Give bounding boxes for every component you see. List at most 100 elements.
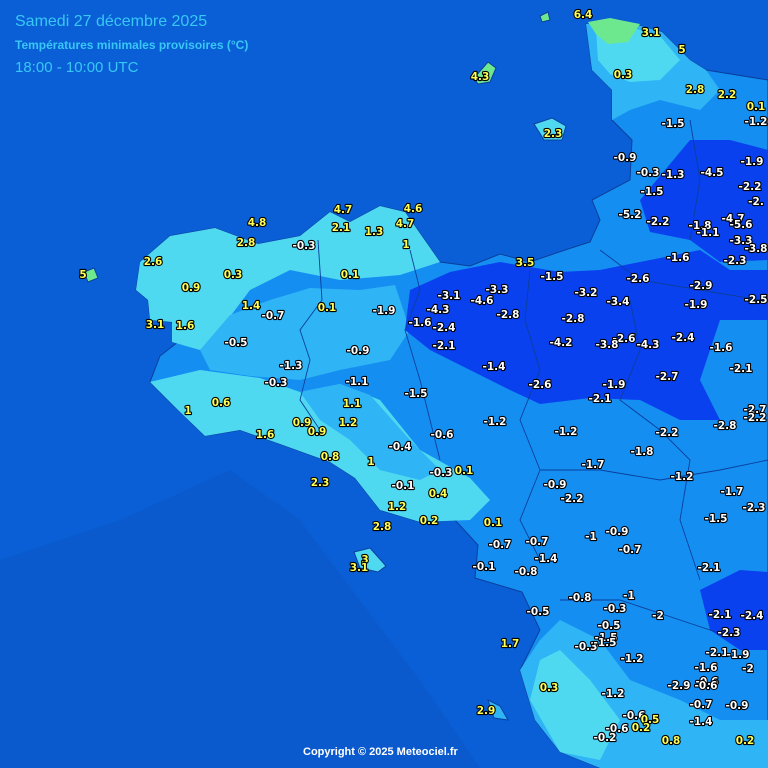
temperature-label: 2.8 [373, 521, 392, 533]
temperature-label: -1.6 [710, 342, 733, 354]
temperature-label: -0.3 [265, 377, 288, 389]
temperature-label: 1.4 [242, 300, 261, 312]
map-subtitle: Températures minimales provisoires (°C) [15, 38, 249, 52]
temperature-label: -0.9 [614, 152, 637, 164]
temperature-label: -2. [748, 196, 764, 208]
temperature-label: 4.6 [404, 203, 423, 215]
temperature-label: 2.9 [477, 705, 496, 717]
temperature-label: -2.3 [724, 255, 747, 267]
temperature-label: -4.3 [427, 304, 450, 316]
temperature-label: -2.2 [647, 216, 670, 228]
temperature-label: -0.9 [347, 345, 370, 357]
temperature-label: 2.8 [686, 84, 705, 96]
temperature-label: -1.8 [631, 446, 654, 458]
temperature-label: -2.8 [497, 309, 520, 321]
temperature-label: -0.6 [695, 680, 718, 692]
temperature-label: 0.3 [540, 682, 559, 694]
temperature-label: -2.1 [589, 393, 612, 405]
temperature-label: -1 [585, 531, 597, 543]
temperature-label: -1.1 [346, 376, 369, 388]
temperature-label: 0.1 [455, 465, 474, 477]
temperature-label: 4.8 [248, 217, 267, 229]
temperature-label: -1.7 [582, 459, 605, 471]
temperature-label: -2.1 [709, 609, 732, 621]
temperature-label: 0.1 [484, 517, 503, 529]
temperature-label: -0.9 [726, 700, 749, 712]
temperature-label: -0.6 [431, 429, 454, 441]
temperature-label: -0.5 [225, 337, 248, 349]
temperature-label: -2.4 [433, 322, 456, 334]
temperature-label: -1.3 [280, 360, 303, 372]
temperature-label: 1.6 [256, 429, 275, 441]
temperature-label: -0.4 [389, 441, 412, 453]
temperature-label: 2.1 [332, 222, 351, 234]
temperature-label: 0.1 [341, 269, 360, 281]
temperature-label: -1.7 [721, 486, 744, 498]
temperature-label: -0.5 [598, 620, 621, 632]
temperature-label: -2.5 [745, 294, 768, 306]
temperature-label: 0.9 [308, 426, 327, 438]
temperature-label: -5.6 [730, 219, 753, 231]
temperature-label: -2.8 [562, 313, 585, 325]
temperature-label: -4.3 [637, 339, 660, 351]
temperature-label: 1 [184, 405, 191, 417]
temperature-label: 2.3 [311, 477, 330, 489]
temperature-label: -4.6 [471, 295, 494, 307]
temperature-label: 3.1 [350, 562, 369, 574]
temperature-label: -1.5 [662, 118, 685, 130]
temperature-label: -0.3 [637, 167, 660, 179]
temperature-label: 5 [678, 44, 685, 56]
temperature-label: 0.3 [224, 269, 243, 281]
temperature-label: -1 [623, 590, 635, 602]
temperature-label: 3.5 [516, 257, 535, 269]
temperature-label: 2.2 [718, 89, 737, 101]
temperature-label: 2.6 [144, 256, 163, 268]
temperature-label: 0.3 [614, 69, 633, 81]
temperature-label: -2.1 [698, 562, 721, 574]
temperature-label: -2.9 [668, 680, 691, 692]
temperature-label: 3.1 [146, 319, 165, 331]
temperature-label: -2.6 [529, 379, 552, 391]
temperature-label: -0.7 [489, 539, 512, 551]
temperature-label: 1.7 [501, 638, 520, 650]
temperature-label: -2.1 [730, 363, 753, 375]
temperature-label: -1.5 [641, 186, 664, 198]
temperature-label: 6.4 [574, 9, 593, 21]
temperature-label: 5 [79, 269, 86, 281]
temperature-label: 2.3 [544, 128, 563, 140]
temperature-label: 0.2 [736, 735, 755, 747]
temperature-label: -0.7 [262, 310, 285, 322]
temperature-label: -1.9 [727, 649, 750, 661]
temperature-label: 1 [367, 456, 374, 468]
temperature-label: -2.2 [561, 493, 584, 505]
temperature-label: -1.9 [685, 299, 708, 311]
temperature-label: 1.6 [176, 320, 195, 332]
temperature-label: -1.2 [745, 116, 768, 128]
temperature-label: -1.2 [484, 416, 507, 428]
temperature-label: 4.7 [334, 204, 353, 216]
temperature-label: -1.3 [662, 169, 685, 181]
temperature-label: -2.2 [656, 427, 679, 439]
temperature-label: -1.2 [621, 653, 644, 665]
temperature-label: -2.4 [741, 610, 764, 622]
temperature-label: -2.3 [743, 502, 766, 514]
temperature-label: -1.9 [603, 379, 626, 391]
temperature-label: -3.8 [596, 339, 619, 351]
temperature-label: -1.4 [483, 361, 506, 373]
temperature-label: -1.2 [602, 688, 625, 700]
temperature-label: -1.4 [535, 553, 558, 565]
temperature-label: -2 [652, 610, 664, 622]
temperature-label: 0.2 [632, 722, 651, 734]
temperature-label: -0.9 [606, 526, 629, 538]
temperature-label: 0.8 [662, 735, 681, 747]
temperature-label: -0.3 [430, 467, 453, 479]
temperature-label: 0.9 [182, 282, 201, 294]
temperature-label: -0.7 [690, 699, 713, 711]
map-title: Samedi 27 décembre 2025 [15, 13, 208, 30]
temperature-label: -2.8 [714, 420, 737, 432]
temperature-label: -2.7 [656, 371, 679, 383]
temperature-label: 0.2 [420, 515, 439, 527]
temperature-label: -1.1 [697, 227, 720, 239]
temperature-label: -0.9 [544, 479, 567, 491]
temperature-label: -2.4 [672, 332, 695, 344]
